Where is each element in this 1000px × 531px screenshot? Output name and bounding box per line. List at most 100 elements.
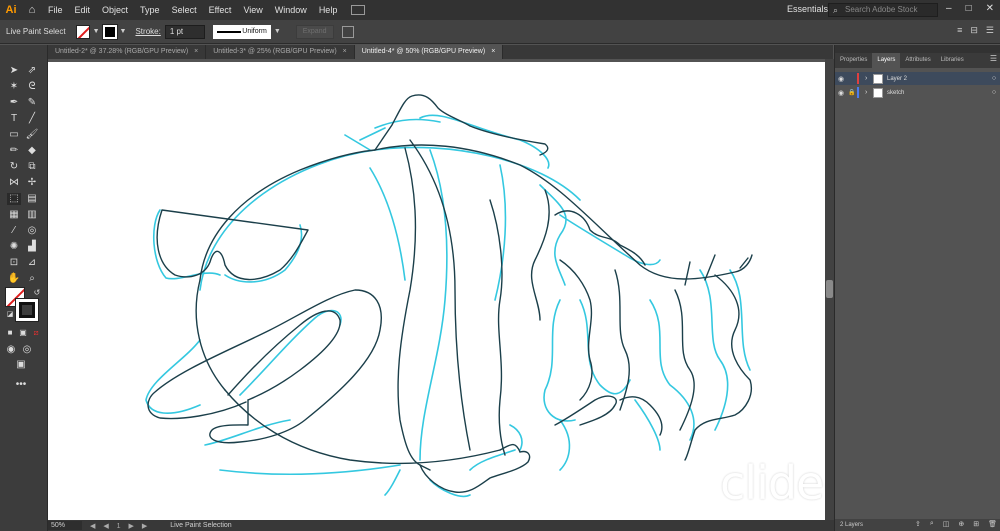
close-icon[interactable]: × <box>343 48 347 55</box>
zoom-tool-icon[interactable]: ⌕ <box>25 273 39 285</box>
close-icon[interactable]: × <box>491 48 495 55</box>
new-sublayer-icon[interactable]: ⊕ <box>958 520 964 528</box>
stock-search-input[interactable]: ⌕ Search Adobe Stock <box>828 3 938 17</box>
none-mode-icon[interactable]: ⧄ <box>29 327 43 339</box>
visibility-eye-icon[interactable]: ◉ <box>835 89 847 97</box>
magic-wand-icon[interactable]: ✶ <box>7 81 21 93</box>
tab-properties[interactable]: Properties <box>835 53 872 68</box>
slice-tool-icon[interactable]: ⊿ <box>25 257 39 269</box>
chevron-down-icon[interactable]: ▼ <box>120 28 127 35</box>
more-tools-icon[interactable]: ••• <box>14 379 28 391</box>
direct-selection-tool-icon[interactable]: ⇗ <box>25 65 39 77</box>
document-canvas[interactable]: clideo.com <box>48 59 825 520</box>
eraser-tool-icon[interactable]: ◆ <box>25 145 39 157</box>
chevron-right-icon[interactable]: › <box>865 75 873 82</box>
swap-fill-stroke-icon[interactable]: ↺ <box>30 287 44 299</box>
tab-attributes[interactable]: Attributes <box>900 53 935 68</box>
fish-artwork[interactable] <box>48 62 825 520</box>
layer-row-sketch[interactable]: ◉ 🔒 › sketch ○ <box>835 86 1000 99</box>
locate-object-icon[interactable]: ⌕ <box>930 520 934 528</box>
close-icon[interactable]: × <box>194 48 198 55</box>
align-icon[interactable]: ≡ <box>957 25 962 36</box>
artboard[interactable] <box>48 62 825 520</box>
gradient-tool-icon[interactable]: ▥ <box>25 209 39 221</box>
scrollbar-thumb[interactable] <box>826 280 833 298</box>
stroke-color-icon[interactable] <box>15 298 39 322</box>
lock-icon[interactable]: 🔒 <box>847 89 857 96</box>
menu-file[interactable]: File <box>42 5 69 15</box>
symbol-sprayer-icon[interactable]: ✺ <box>7 241 21 253</box>
perspective-grid-icon[interactable]: ▤ <box>25 193 39 205</box>
clipping-mask-icon[interactable]: ◫ <box>943 520 950 528</box>
eyedropper-tool-icon[interactable]: ⁄ <box>7 225 21 237</box>
export-icon[interactable]: ⇪ <box>915 520 921 528</box>
delete-layer-icon[interactable]: 🗑 <box>988 520 997 528</box>
draw-behind-icon[interactable]: ◎ <box>20 344 34 356</box>
menu-help[interactable]: Help <box>313 5 344 15</box>
home-icon[interactable]: ⌂ <box>22 4 42 16</box>
variable-width-profile[interactable]: Uniform <box>212 24 271 39</box>
panel-menu-icon[interactable]: ☰ <box>986 25 994 36</box>
graph-tool-icon[interactable]: ▟ <box>25 241 39 253</box>
selection-tool-icon[interactable]: ➤ <box>7 65 21 77</box>
menu-select[interactable]: Select <box>166 5 203 15</box>
current-tool-status[interactable]: Live Paint Selection <box>170 522 231 529</box>
layer-name[interactable]: Layer 2 <box>887 76 987 82</box>
zoom-level-field[interactable]: 50% <box>48 521 82 530</box>
curvature-tool-icon[interactable]: ✎ <box>25 97 39 109</box>
tab-layers[interactable]: Layers <box>872 53 901 68</box>
maximize-icon[interactable]: □ <box>966 3 972 14</box>
stroke-label[interactable]: Stroke: <box>135 27 160 36</box>
artboard-tool-icon[interactable]: ⊡ <box>7 257 21 269</box>
default-colors-icon[interactable]: ◪ <box>3 309 17 321</box>
chevron-right-icon[interactable]: › <box>865 89 873 96</box>
scale-tool-icon[interactable]: ⧉ <box>25 161 39 173</box>
lasso-tool-icon[interactable]: ᘓ <box>25 81 39 93</box>
type-tool-icon[interactable]: T <box>7 113 21 125</box>
visibility-eye-icon[interactable]: ◉ <box>835 75 847 83</box>
fill-swatch[interactable] <box>75 24 90 39</box>
screen-mode-icon[interactable]: ▣ <box>14 359 28 371</box>
stroke-swatch[interactable] <box>101 23 118 40</box>
rectangle-tool-icon[interactable]: ▭ <box>7 129 21 141</box>
width-tool-icon[interactable]: ⋈ <box>7 177 21 189</box>
tab-untitled-4[interactable]: Untitled-4* @ 50% (RGB/GPU Preview) × <box>354 45 504 59</box>
gradient-mode-icon[interactable]: ▣ <box>16 327 30 339</box>
color-mode-icon[interactable]: ■ <box>3 327 17 339</box>
minimize-icon[interactable]: – <box>946 3 952 14</box>
arrange-documents-icon[interactable] <box>351 5 366 15</box>
menu-edit[interactable]: Edit <box>69 5 97 15</box>
hand-tool-icon[interactable]: ✋ <box>7 273 21 285</box>
close-icon[interactable]: ✕ <box>986 3 994 14</box>
paintbrush-tool-icon[interactable]: 🖌 <box>25 129 39 141</box>
target-circle-icon[interactable]: ○ <box>987 89 1000 96</box>
pencil-tool-icon[interactable]: ✏ <box>7 145 21 157</box>
layer-row-layer-2[interactable]: ◉ › Layer 2 ○ <box>835 72 1000 85</box>
vertical-scrollbar[interactable] <box>825 59 834 520</box>
panel-menu-icon[interactable]: ☰ <box>990 54 997 63</box>
menu-window[interactable]: Window <box>269 5 313 15</box>
layer-name[interactable]: sketch <box>887 90 987 96</box>
blend-tool-icon[interactable]: ◎ <box>25 225 39 237</box>
transform-icon[interactable]: ⊟ <box>970 25 978 36</box>
menu-object[interactable]: Object <box>96 5 134 15</box>
menu-type[interactable]: Type <box>134 5 166 15</box>
menu-effect[interactable]: Effect <box>203 5 238 15</box>
live-paint-selection-tool-icon[interactable]: ⬚ <box>7 193 21 205</box>
artboard-navigation[interactable]: ◀ ◀ 1 ▶ ▶ <box>90 522 150 530</box>
puppet-warp-icon[interactable]: ✢ <box>25 177 39 189</box>
document-setup-icon[interactable] <box>341 25 354 38</box>
draw-mode-icon[interactable]: ◉ <box>4 344 18 356</box>
workspace-switcher[interactable]: Essentials <box>787 4 828 14</box>
chevron-down-icon[interactable]: ▼ <box>93 28 100 35</box>
menu-view[interactable]: View <box>237 5 268 15</box>
target-circle-icon[interactable]: ○ <box>987 75 1000 82</box>
pen-tool-icon[interactable]: ✒ <box>7 97 21 109</box>
tab-untitled-3[interactable]: Untitled-3* @ 25% (RGB/GPU Preview) × <box>206 45 355 59</box>
chevron-down-icon[interactable]: ▼ <box>274 28 281 35</box>
rotate-tool-icon[interactable]: ↻ <box>7 161 21 173</box>
line-tool-icon[interactable]: ╱ <box>25 113 39 125</box>
tab-untitled-2[interactable]: Untitled-2* @ 37.28% (RGB/GPU Preview) × <box>48 45 207 59</box>
tab-libraries[interactable]: Libraries <box>936 53 969 68</box>
stroke-weight-field[interactable]: 1 pt <box>164 24 205 39</box>
